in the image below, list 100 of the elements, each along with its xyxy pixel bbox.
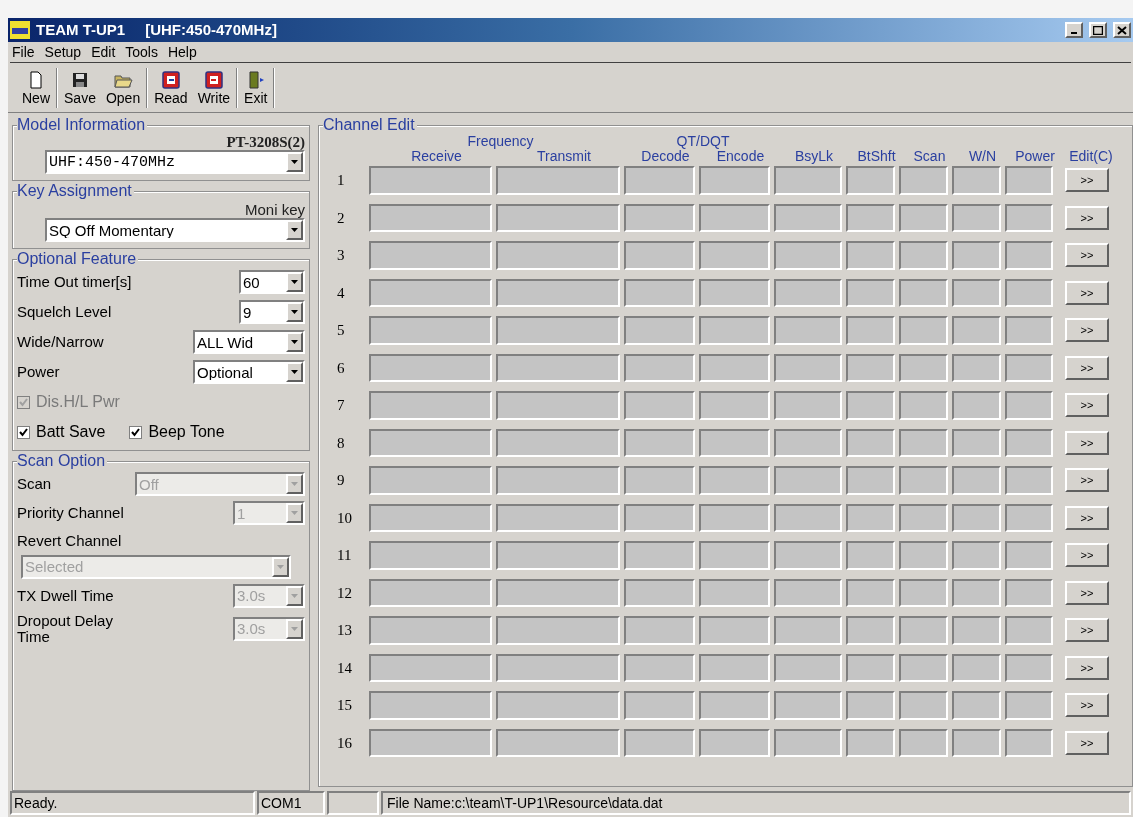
channel-input-field[interactable] bbox=[1005, 691, 1053, 720]
channel-input-field[interactable] bbox=[1005, 466, 1053, 495]
option-dropdown[interactable]: 60 bbox=[239, 270, 305, 294]
channel-input-field[interactable] bbox=[952, 653, 1001, 682]
channel-input-field[interactable] bbox=[624, 241, 695, 270]
minimize-button[interactable] bbox=[1065, 22, 1083, 38]
checkbox[interactable]: Batt Save bbox=[17, 420, 106, 444]
channel-input-field[interactable] bbox=[1005, 316, 1053, 345]
toolbar-button[interactable]: New bbox=[20, 69, 52, 106]
channel-input-field[interactable] bbox=[624, 653, 695, 682]
option-dropdown[interactable]: 9 bbox=[239, 300, 305, 324]
channel-input-field[interactable] bbox=[846, 203, 895, 232]
edit-channel-button[interactable]: >> bbox=[1065, 655, 1109, 680]
menu-item[interactable]: Setup bbox=[44, 41, 82, 63]
channel-input-field[interactable] bbox=[952, 728, 1001, 757]
channel-input-field[interactable] bbox=[624, 166, 695, 195]
edit-channel-button[interactable]: >> bbox=[1065, 730, 1109, 755]
channel-input-field[interactable] bbox=[899, 653, 948, 682]
channel-input-field[interactable] bbox=[699, 616, 770, 645]
channel-input-field[interactable] bbox=[899, 391, 948, 420]
channel-input-field[interactable] bbox=[699, 391, 770, 420]
channel-input-field[interactable] bbox=[496, 428, 620, 457]
channel-input-field[interactable] bbox=[846, 541, 895, 570]
channel-input-field[interactable] bbox=[774, 203, 842, 232]
channel-input-field[interactable] bbox=[369, 578, 492, 607]
channel-input-field[interactable] bbox=[952, 166, 1001, 195]
channel-input-field[interactable] bbox=[624, 728, 695, 757]
channel-input-field[interactable] bbox=[1005, 353, 1053, 382]
channel-input-field[interactable] bbox=[624, 391, 695, 420]
edit-channel-button[interactable]: >> bbox=[1065, 393, 1109, 418]
channel-input-field[interactable] bbox=[774, 316, 842, 345]
channel-input-field[interactable] bbox=[774, 541, 842, 570]
edit-channel-button[interactable]: >> bbox=[1065, 355, 1109, 380]
channel-input-field[interactable] bbox=[496, 241, 620, 270]
channel-input-field[interactable] bbox=[369, 203, 492, 232]
channel-input-field[interactable] bbox=[699, 728, 770, 757]
channel-input-field[interactable] bbox=[699, 578, 770, 607]
channel-input-field[interactable] bbox=[624, 503, 695, 532]
channel-input-field[interactable] bbox=[952, 316, 1001, 345]
edit-channel-button[interactable]: >> bbox=[1065, 430, 1109, 455]
channel-input-field[interactable] bbox=[1005, 503, 1053, 532]
edit-channel-button[interactable]: >> bbox=[1065, 243, 1109, 268]
channel-input-field[interactable] bbox=[1005, 728, 1053, 757]
channel-input-field[interactable] bbox=[624, 541, 695, 570]
channel-input-field[interactable] bbox=[899, 278, 948, 307]
channel-input-field[interactable] bbox=[369, 316, 492, 345]
channel-input-field[interactable] bbox=[846, 353, 895, 382]
channel-input-field[interactable] bbox=[699, 353, 770, 382]
channel-input-field[interactable] bbox=[952, 203, 1001, 232]
channel-input-field[interactable] bbox=[899, 466, 948, 495]
channel-input-field[interactable] bbox=[369, 241, 492, 270]
channel-input-field[interactable] bbox=[369, 541, 492, 570]
channel-input-field[interactable] bbox=[699, 691, 770, 720]
channel-input-field[interactable] bbox=[624, 466, 695, 495]
channel-input-field[interactable] bbox=[496, 541, 620, 570]
channel-input-field[interactable] bbox=[496, 466, 620, 495]
edit-channel-button[interactable]: >> bbox=[1065, 318, 1109, 343]
channel-input-field[interactable] bbox=[699, 428, 770, 457]
channel-input-field[interactable] bbox=[899, 241, 948, 270]
channel-input-field[interactable] bbox=[1005, 428, 1053, 457]
channel-input-field[interactable] bbox=[369, 616, 492, 645]
menu-item[interactable]: Edit bbox=[91, 41, 116, 63]
channel-input-field[interactable] bbox=[369, 353, 492, 382]
edit-channel-button[interactable]: >> bbox=[1065, 618, 1109, 643]
menu-item[interactable]: Help bbox=[167, 41, 197, 63]
channel-input-field[interactable] bbox=[699, 503, 770, 532]
channel-input-field[interactable] bbox=[774, 391, 842, 420]
channel-input-field[interactable] bbox=[846, 578, 895, 607]
channel-input-field[interactable] bbox=[846, 391, 895, 420]
channel-input-field[interactable] bbox=[369, 653, 492, 682]
channel-input-field[interactable] bbox=[699, 241, 770, 270]
channel-input-field[interactable] bbox=[774, 353, 842, 382]
channel-input-field[interactable] bbox=[952, 541, 1001, 570]
channel-input-field[interactable] bbox=[952, 428, 1001, 457]
channel-input-field[interactable] bbox=[369, 466, 492, 495]
channel-input-field[interactable] bbox=[369, 391, 492, 420]
channel-input-field[interactable] bbox=[699, 203, 770, 232]
channel-input-field[interactable] bbox=[496, 278, 620, 307]
channel-input-field[interactable] bbox=[846, 241, 895, 270]
channel-input-field[interactable] bbox=[369, 728, 492, 757]
edit-channel-button[interactable]: >> bbox=[1065, 168, 1109, 193]
channel-input-field[interactable] bbox=[774, 691, 842, 720]
channel-input-field[interactable] bbox=[496, 578, 620, 607]
channel-input-field[interactable] bbox=[774, 466, 842, 495]
edit-channel-button[interactable]: >> bbox=[1065, 205, 1109, 230]
channel-input-field[interactable] bbox=[952, 391, 1001, 420]
channel-input-field[interactable] bbox=[774, 166, 842, 195]
channel-input-field[interactable] bbox=[899, 203, 948, 232]
channel-input-field[interactable] bbox=[496, 503, 620, 532]
channel-input-field[interactable] bbox=[846, 166, 895, 195]
channel-input-field[interactable] bbox=[846, 466, 895, 495]
channel-input-field[interactable] bbox=[496, 316, 620, 345]
channel-input-field[interactable] bbox=[699, 316, 770, 345]
channel-input-field[interactable] bbox=[899, 316, 948, 345]
channel-input-field[interactable] bbox=[1005, 203, 1053, 232]
maximize-button[interactable] bbox=[1089, 22, 1107, 38]
channel-input-field[interactable] bbox=[899, 578, 948, 607]
channel-input-field[interactable] bbox=[1005, 166, 1053, 195]
channel-input-field[interactable] bbox=[774, 653, 842, 682]
channel-input-field[interactable] bbox=[846, 428, 895, 457]
